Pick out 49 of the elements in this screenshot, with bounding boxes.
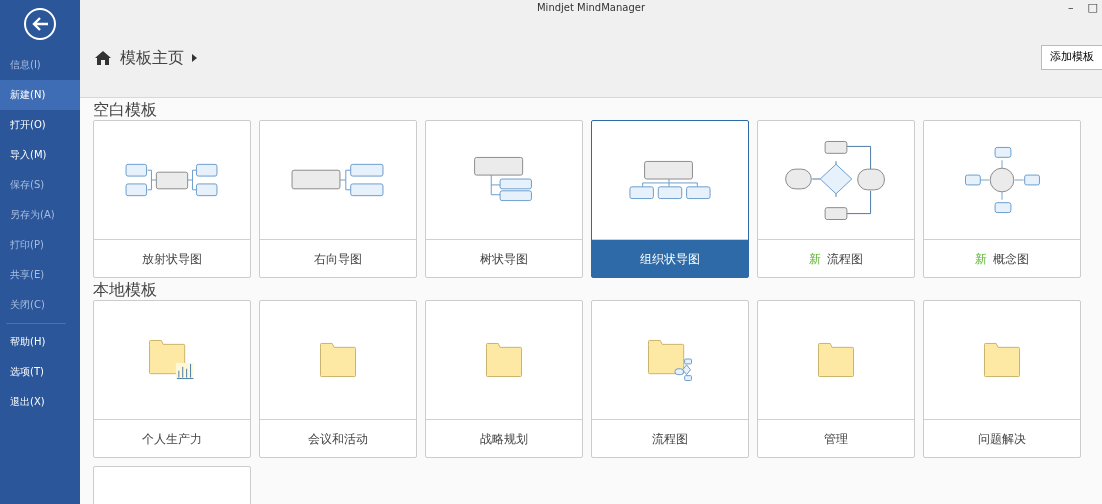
template-card[interactable]: 管理 [757, 300, 915, 458]
folder-icon [485, 342, 523, 378]
template-name: 管理 [824, 430, 848, 448]
sidebar-item[interactable]: 退出(X) [0, 387, 80, 417]
home-icon[interactable] [94, 49, 112, 66]
sidebar-item[interactable]: 打开(O) [0, 110, 80, 140]
template-name: 放射状导图 [142, 250, 202, 268]
folder-chart-icon [148, 339, 196, 381]
template-name: 树状导图 [480, 250, 528, 268]
template-card[interactable]: 会议和活动 [259, 300, 417, 458]
template-card[interactable]: 个人生产力 [93, 300, 251, 458]
back-button[interactable] [24, 8, 56, 40]
template-name: 个人生产力 [142, 430, 202, 448]
caret-icon[interactable] [192, 53, 197, 62]
sidebar-item[interactable]: 新建(N) [0, 80, 80, 110]
add-template-button[interactable]: 添加模板 [1041, 45, 1102, 70]
new-label: 新 [809, 250, 821, 268]
window-title: Mindjet MindManager [536, 2, 645, 13]
template-name: 战略规划 [480, 430, 528, 448]
folder-icon [983, 342, 1021, 378]
template-name: 概念图 [993, 250, 1029, 268]
sidebar-item[interactable]: 导入(M) [0, 140, 80, 170]
minimize-button[interactable]: – [1068, 0, 1074, 16]
sidebar-item[interactable]: 选项(T) [0, 357, 80, 387]
template-name: 流程图 [652, 430, 688, 448]
sidebar-item[interactable]: 帮助(H) [0, 327, 80, 357]
template-card[interactable]: 放射状导图 [93, 120, 251, 278]
template-card[interactable]: 问题解决 [923, 300, 1081, 458]
folder-flowchart-icon [647, 339, 693, 381]
new-label: 新 [975, 250, 987, 268]
template-card[interactable]: 战略规划 [425, 300, 583, 458]
template-name: 流程图 [827, 250, 863, 268]
template-card[interactable]: 新 流程图 [757, 120, 915, 278]
back-arrow-icon [31, 16, 49, 32]
template-card[interactable]: 树状导图 [425, 120, 583, 278]
template-name: 右向导图 [314, 250, 362, 268]
template-card[interactable]: 组织状导图 [591, 120, 749, 278]
template-name: 问题解决 [978, 430, 1026, 448]
template-name: 会议和活动 [308, 430, 368, 448]
template-card[interactable]: 新 概念图 [923, 120, 1081, 278]
breadcrumb-link[interactable]: 模板主页 [120, 45, 184, 70]
maximize-button[interactable]: □ [1087, 0, 1098, 16]
template-card[interactable]: 流程图 [591, 300, 749, 458]
template-name: 组织状导图 [640, 250, 700, 268]
template-card[interactable]: 右向导图 [259, 120, 417, 278]
section-heading: 本地模板 [93, 280, 158, 300]
folder-icon [319, 342, 357, 378]
folder-icon [817, 342, 855, 378]
section-heading: 空白模板 [93, 100, 158, 120]
